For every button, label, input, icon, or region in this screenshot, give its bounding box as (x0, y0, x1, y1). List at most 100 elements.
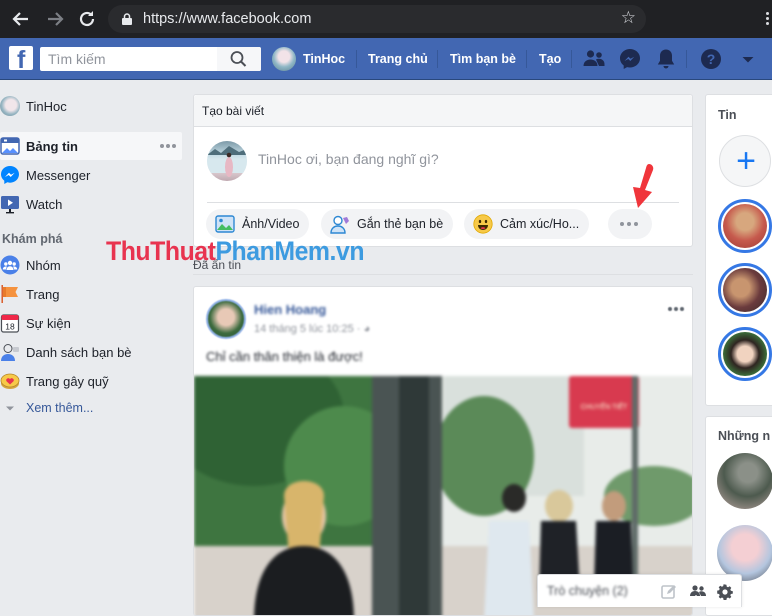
see-more-label: Xem thêm... (26, 401, 94, 415)
lock-icon (122, 13, 132, 25)
browser-toolbar: https://www.facebook.com ☆ (0, 0, 772, 38)
friends-icon[interactable] (582, 47, 606, 71)
messenger-icon[interactable] (618, 47, 642, 71)
see-more-link[interactable]: Xem thêm... (0, 394, 182, 422)
reload-button[interactable] (76, 8, 98, 30)
divider (526, 50, 527, 68)
more-options-button[interactable] (608, 209, 652, 239)
search-input[interactable] (40, 47, 215, 71)
calendar-icon: 18 (0, 314, 20, 333)
settings-gear-icon[interactable] (716, 583, 734, 601)
sidebar-item-label: Messenger (26, 167, 91, 183)
flag-icon (1, 285, 18, 303)
avatar (272, 47, 296, 71)
address-bar[interactable]: https://www.facebook.com ☆ (108, 5, 646, 33)
stories-title: Tin (718, 108, 737, 122)
composer-input[interactable]: TinHoc ơi, bạn đang nghĩ gì? (258, 151, 439, 167)
bell-icon[interactable] (654, 47, 678, 71)
nav-home[interactable]: Trang chủ (368, 52, 428, 66)
chat-bar[interactable]: Trò chuyện (2) (537, 574, 742, 607)
sidebar-item-watch[interactable]: Watch (0, 190, 182, 218)
divider (356, 50, 357, 68)
red-arrow-annotation (633, 164, 654, 208)
avatar[interactable] (206, 299, 246, 339)
profile-photo (207, 146, 247, 177)
profile-name: TinHoc (303, 52, 346, 66)
divider (571, 50, 572, 68)
timestamp-text: 14 tháng 5 lúc 10:25 · (254, 323, 361, 335)
emoji-icon (473, 214, 493, 234)
sidebar-item-profile[interactable]: TinHoc (0, 92, 182, 120)
contact-avatar[interactable] (717, 453, 772, 509)
url-text[interactable]: https://www.facebook.com (143, 11, 311, 27)
photo-video-button[interactable]: Ảnh/Video (206, 209, 310, 239)
post-options-icon[interactable] (668, 307, 684, 311)
sidebar-item-label: Watch (26, 196, 63, 212)
avatar[interactable] (207, 141, 247, 181)
nav-find-friends[interactable]: Tìm bạn bè (450, 52, 516, 66)
story-item[interactable] (718, 327, 772, 381)
svg-text:18: 18 (5, 322, 15, 332)
sidebar-item-news-feed[interactable]: Bảng tin (0, 132, 182, 160)
facebook-logo[interactable]: f (9, 46, 33, 70)
sidebar-item-label: Trang (26, 286, 60, 302)
more-options-icon[interactable] (160, 144, 176, 148)
compose-icon[interactable] (660, 583, 678, 601)
plus-icon: + (736, 142, 756, 180)
post-timestamp[interactable]: 14 tháng 5 lúc 10:25 · ◕ (254, 323, 370, 335)
messenger-icon (1, 166, 19, 184)
search-icon (230, 51, 247, 67)
more-dots-icon (620, 222, 638, 226)
new-group-icon[interactable] (689, 583, 707, 601)
svg-text:?: ? (707, 51, 716, 67)
sidebar-item-label: Bảng tin (26, 138, 78, 154)
sidebar-item-friend-lists[interactable]: Danh sách bạn bè (0, 338, 182, 366)
reload-icon (79, 11, 95, 27)
people-title: Những n (718, 429, 771, 443)
explore-heading: Khám phá (2, 232, 63, 246)
story-item[interactable] (718, 199, 772, 253)
groups-icon (0, 255, 20, 275)
bookmark-star-icon[interactable]: ☆ (621, 8, 636, 28)
add-story-button[interactable]: + (719, 135, 771, 187)
tag-friends-icon (330, 215, 349, 234)
caret-down-icon[interactable] (736, 47, 760, 71)
sidebar-item-label: Nhóm (26, 257, 61, 273)
sidebar-item-messenger[interactable]: Messenger (0, 161, 182, 189)
story-item[interactable] (718, 263, 772, 317)
divider (193, 274, 693, 275)
contact-avatar[interactable] (717, 525, 772, 581)
photo-video-label: Ảnh/Video (242, 217, 300, 231)
create-post-card: Tạo bài viết TinHoc ơi, bạn đang nghĩ gì… (193, 94, 693, 247)
caret-down-icon (6, 406, 14, 411)
news-feed-icon (0, 137, 20, 155)
sidebar-item-label: Trang gây quỹ (26, 373, 109, 389)
nav-create[interactable]: Tạo (539, 52, 561, 66)
sidebar-item-label: Sự kiện (26, 315, 71, 331)
watermark-blue: PhanMem.vn (215, 236, 365, 266)
arrow-right-icon (48, 12, 64, 26)
feeling-activity-label: Cảm xúc/Ho... (500, 217, 580, 231)
friend-list-icon (1, 344, 19, 361)
browser-menu-icon[interactable] (766, 12, 770, 27)
help-icon[interactable]: ? (699, 47, 723, 71)
divider (437, 50, 438, 68)
chat-label: Trò chuyện (2) (547, 584, 628, 598)
forward-button[interactable] (44, 8, 66, 30)
post-author[interactable]: Hien Hoang (254, 302, 326, 317)
sidebar-item-events[interactable]: 18 Sự kiện (0, 309, 182, 337)
post-text: Chỉ cần thân thiện là được! (206, 349, 363, 364)
sidebar-item-label: Danh sách bạn bè (26, 344, 132, 360)
profile-link[interactable]: TinHoc (272, 44, 345, 74)
tag-friends-button[interactable]: Gắn thẻ bạn bè (321, 209, 454, 239)
sidebar-item-fundraisers[interactable]: Trang gây quỹ (0, 367, 182, 395)
sidebar-item-pages[interactable]: Trang (0, 280, 182, 308)
sidebar-item-label: TinHoc (26, 98, 67, 114)
tag-friends-label: Gắn thẻ bạn bè (357, 217, 444, 231)
back-button[interactable] (10, 8, 32, 30)
search-box (40, 47, 261, 71)
avatar (0, 96, 20, 116)
feeling-activity-button[interactable]: Cảm xúc/Ho... (464, 209, 590, 239)
search-button[interactable] (217, 47, 261, 71)
facebook-header: f TinHoc Trang chủ Tìm bạn bè Tạo ? (0, 38, 772, 80)
